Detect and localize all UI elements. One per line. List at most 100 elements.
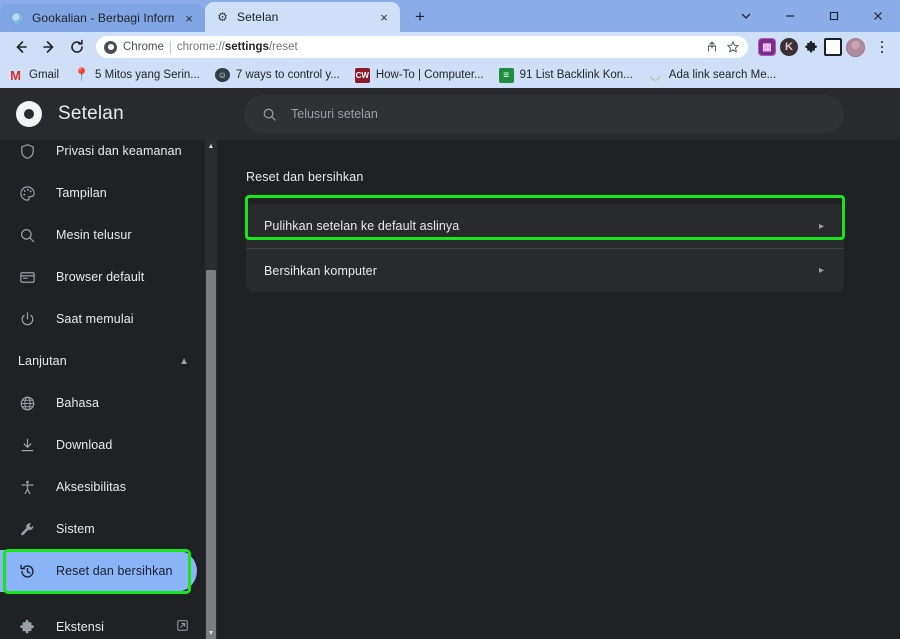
extension-purple-icon[interactable]: ▦ (758, 38, 776, 56)
tab-strip: Gookalian - Berbagi Informasi & × ⚙ Sete… (0, 0, 900, 32)
bookmark-label: 7 ways to control y... (235, 69, 340, 81)
bookmark-howto[interactable]: CW How-To | Computer... (354, 67, 484, 83)
scrollbar-thumb[interactable] (206, 270, 216, 639)
close-icon[interactable] (856, 0, 900, 32)
sidebar-item-mesin-telusur[interactable]: Mesin telusur (0, 214, 205, 256)
bookmark-7ways[interactable]: ☺ 7 ways to control y... (214, 68, 340, 82)
bookmark-gmail[interactable]: M Gmail (8, 68, 59, 83)
forward-icon[interactable] (36, 34, 62, 60)
sidebar-item-privasi-dan-keamanan[interactable]: Privasi dan keamanan (0, 140, 205, 172)
sidebar-section-lanjutan[interactable]: Lanjutan ▲ (0, 340, 205, 382)
download-icon (18, 436, 36, 454)
sidebar-item-label: Saat memulai (56, 312, 134, 326)
url-text: chrome://settings/reset (177, 41, 298, 53)
sidebar-item-saat-memulai[interactable]: Saat memulai (0, 298, 205, 340)
chrome-menu-button[interactable] (872, 40, 892, 54)
reload-icon[interactable] (64, 34, 90, 60)
browser-toolbar: Chrome chrome://settings/reset ▦ K (0, 32, 900, 62)
maximize-icon[interactable] (812, 0, 856, 32)
palette-icon (18, 184, 36, 202)
tab-setelan[interactable]: ⚙ Setelan × (205, 2, 400, 32)
globe-icon (10, 11, 25, 26)
sidebar-scrollbar[interactable]: ▲ ▼ (205, 140, 217, 639)
security-chip-label: Chrome (123, 41, 164, 53)
sheets-icon: ≡ (498, 67, 514, 83)
sidebar-section-label: Lanjutan (18, 354, 67, 368)
restore-history-icon (18, 562, 36, 580)
chrome-logo-icon (104, 40, 117, 54)
tab-gookalian[interactable]: Gookalian - Berbagi Informasi & × (0, 4, 205, 32)
sidebar-item-label: Aksesibilitas (56, 480, 127, 494)
sidebar-item-reset-dan-bersihkan[interactable]: Reset dan bersihkan (0, 550, 197, 592)
page-title: Setelan (58, 103, 124, 124)
extension-icons: ▦ K (758, 37, 892, 57)
sidebar-item-label: Privasi dan keamanan (56, 144, 182, 158)
url-host: settings (224, 41, 269, 53)
sidebar-item-browser-default[interactable]: Browser default (0, 256, 205, 298)
chevron-right-icon: ▸ (818, 265, 824, 276)
sidebar-item-bahasa[interactable]: Bahasa (0, 382, 205, 424)
chevron-right-icon: ▸ (818, 220, 824, 232)
tab-title: Gookalian - Berbagi Informasi & (32, 11, 174, 25)
open-in-new-icon[interactable] (176, 619, 189, 635)
window-controls (724, 0, 900, 32)
chevron-up-icon: ▲ (179, 355, 189, 367)
leaf-icon: ◡ (650, 68, 661, 82)
settings-brand[interactable]: Setelan (0, 101, 230, 127)
sidebar-item-label: Tampilan (56, 186, 107, 200)
face-icon: ☺ (214, 68, 230, 82)
back-icon[interactable] (8, 34, 34, 60)
star-icon[interactable] (724, 38, 742, 56)
address-bar[interactable]: Chrome chrome://settings/reset (96, 36, 748, 58)
settings-page: Setelan Telusuri setelan Privasi dan kea… (0, 88, 900, 639)
sidebar-item-ekstensi[interactable]: Ekstensi (0, 606, 205, 639)
sidebar-item-sistem[interactable]: Sistem (0, 508, 205, 550)
bookmark-label: How-To | Computer... (375, 69, 484, 81)
bookmark-label: Ada link search Me... (668, 69, 777, 81)
gear-icon: ⚙ (217, 10, 228, 24)
settings-sidebar: Privasi dan keamanan Tampilan Mesin telu… (0, 140, 205, 639)
row-pulihkan-setelan[interactable]: Pulihkan setelan ke default aslinya ▸ (246, 204, 844, 248)
new-tab-button[interactable]: + (406, 3, 434, 31)
bookmark-adalink[interactable]: ◡ Ada link search Me... (648, 68, 776, 83)
shield-icon (18, 142, 36, 160)
tab-search-icon[interactable] (724, 0, 768, 32)
search-icon (18, 226, 36, 244)
search-icon (262, 107, 277, 122)
row-label: Pulihkan setelan ke default aslinya (264, 219, 460, 233)
search-input[interactable]: Telusuri setelan (244, 95, 844, 133)
row-bersihkan-komputer[interactable]: Bersihkan komputer ▸ (246, 248, 844, 292)
bookmark-label: 91 List Backlink Kon... (519, 69, 633, 81)
sidebar-item-tampilan[interactable]: Tampilan (0, 172, 205, 214)
sidebar-item-download[interactable]: Download (0, 424, 205, 466)
avatar[interactable] (846, 37, 865, 57)
search-placeholder: Telusuri setelan (291, 107, 378, 121)
extension-kaspersky-icon[interactable]: K (780, 38, 798, 56)
bookmark-backlink[interactable]: ≡ 91 List Backlink Kon... (498, 67, 633, 83)
sidebar-item-label: Bahasa (56, 396, 99, 410)
sidebar-item-label: Mesin telusur (56, 228, 132, 242)
extensions-puzzle-icon[interactable] (802, 38, 820, 56)
sidebar-item-label: Ekstensi (56, 620, 105, 634)
scroll-up-arrow-icon[interactable]: ▲ (205, 140, 217, 152)
bookmark-mitos[interactable]: 📍 5 Mitos yang Serin... (73, 67, 199, 83)
gmail-icon: M (10, 67, 21, 83)
close-icon[interactable]: × (376, 9, 392, 25)
bookmarks-bar: M Gmail 📍 5 Mitos yang Serin... ☺ 7 ways… (0, 62, 900, 88)
settings-main: Reset dan bersihkan Pulihkan setelan ke … (217, 140, 900, 639)
scrollbar-track[interactable] (205, 152, 217, 639)
sidebar-nav: Privasi dan keamanan Tampilan Mesin telu… (0, 140, 205, 639)
computerworld-icon: CW (354, 67, 370, 83)
side-panel-icon[interactable] (824, 38, 842, 56)
reset-card: Pulihkan setelan ke default aslinya ▸ Be… (246, 204, 844, 292)
sidebar-item-aksesibilitas[interactable]: Aksesibilitas (0, 466, 205, 508)
sidebar-item-label: Sistem (56, 522, 95, 536)
accessibility-icon (18, 478, 36, 496)
minimize-icon[interactable] (768, 0, 812, 32)
close-icon[interactable]: × (181, 10, 197, 26)
browser-window-icon (18, 268, 36, 286)
share-icon[interactable] (703, 38, 721, 56)
section-title: Reset dan bersihkan (246, 170, 364, 184)
scroll-down-arrow-icon[interactable]: ▼ (205, 627, 217, 639)
puzzle-icon (18, 618, 36, 636)
